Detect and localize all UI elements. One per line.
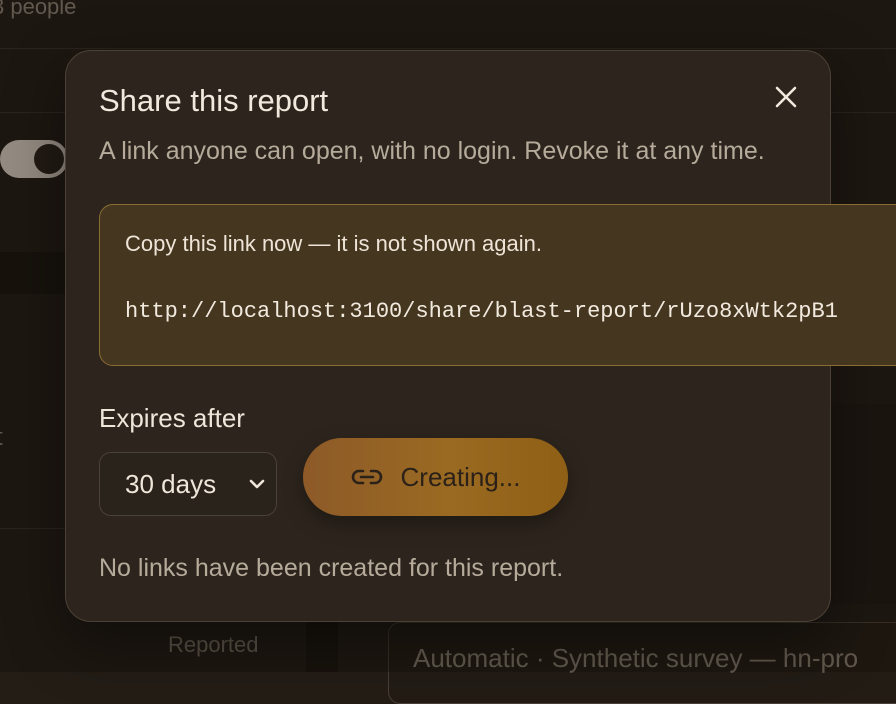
expires-label: Expires after (99, 403, 245, 433)
dialog-description: A link anyone can open, with no login. R… (99, 137, 765, 165)
share-dialog: Share this report A link anyone can open… (65, 50, 896, 622)
create-link-label: Creating... (400, 461, 521, 492)
chevron-down-icon (249, 479, 265, 489)
link-notice: Copy this link now — it is not shown aga… (125, 231, 542, 256)
link-icon (351, 469, 382, 485)
expires-select-value: 30 days (125, 468, 217, 499)
expires-select[interactable]: 30 days (99, 452, 277, 516)
dialog-title: Share this report (99, 83, 329, 118)
empty-links-message: No links have been created for this repo… (99, 554, 564, 582)
create-link-button[interactable]: Creating... (303, 438, 568, 516)
close-icon (775, 86, 797, 108)
close-button[interactable] (766, 77, 806, 117)
share-link-box: Copy this link now — it is not shown aga… (99, 204, 896, 366)
share-link-url[interactable]: http://localhost:3100/share/blast-report… (125, 299, 838, 324)
